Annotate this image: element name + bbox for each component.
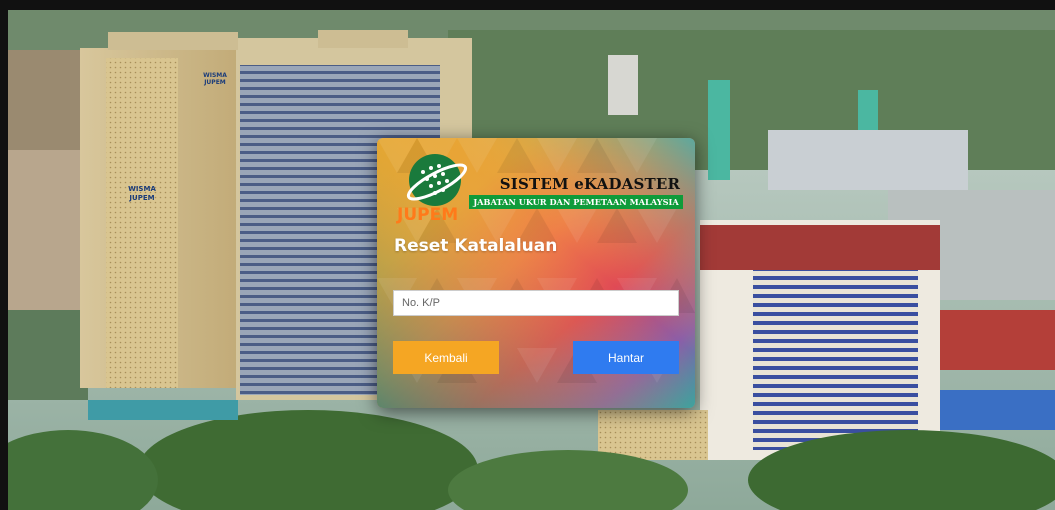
jupem-logo: JUPEM bbox=[396, 154, 468, 225]
building-sign-top: WISMA JUPEM bbox=[203, 72, 227, 86]
form-heading: Reset Katalaluan bbox=[394, 236, 558, 256]
system-title: SISTEM eKADASTER bbox=[499, 175, 681, 193]
ic-number-input[interactable] bbox=[393, 290, 679, 316]
submit-button[interactable]: Hantar bbox=[573, 341, 679, 374]
back-button[interactable]: Kembali bbox=[393, 341, 499, 374]
department-banner: JABATAN UKUR DAN PEMETAAN MALAYSIA bbox=[469, 195, 683, 209]
building-sign-side: WISMA JUPEM bbox=[128, 185, 156, 202]
logo-wordmark: JUPEM bbox=[396, 205, 458, 225]
reset-password-card: JUPEM SISTEM eKADASTER JABATAN UKUR DAN … bbox=[377, 138, 695, 408]
